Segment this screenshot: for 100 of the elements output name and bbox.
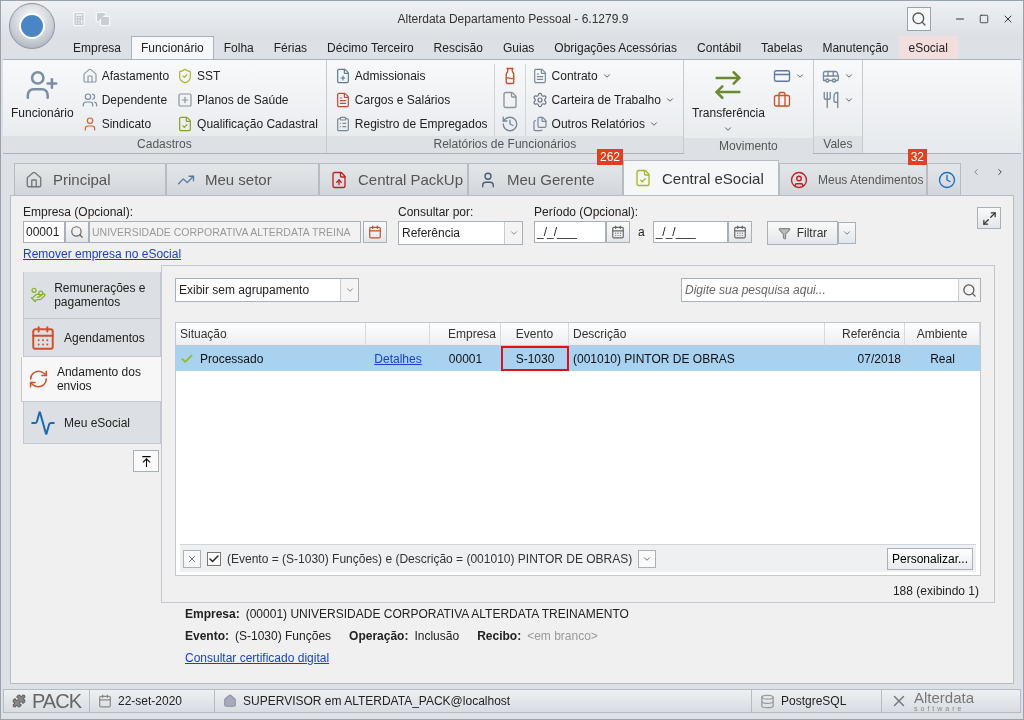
ribbon-button[interactable]: Planos de Saúde [175,88,320,112]
ribbon-button[interactable]: Afastamento [79,64,172,88]
table-cell: S-1030 [501,346,569,371]
ribbon-button[interactable]: Contrato [529,64,677,88]
company-code-field[interactable]: 00001 [23,221,65,243]
window-title: Alterdata Departamento Pessoal - 6.1279.9 [396,11,630,26]
calendar-button[interactable] [606,221,630,243]
document-icon [334,92,351,108]
funnel-icon [777,226,791,240]
documents-icon [531,116,548,132]
document-tab[interactable]: Meus Atendimentos [779,163,927,195]
clear-filter-button[interactable] [183,549,201,568]
ribbon-tab[interactable]: Obrigações Acessórias [544,36,688,59]
ribbon-tab[interactable]: Contábil [687,36,752,59]
column-header[interactable]: Empresa [430,323,501,346]
document-tab[interactable]: Meu setor [166,163,319,195]
scroll-right-icon[interactable] [995,167,1005,177]
ribbon-tab[interactable]: Manutenção [812,36,899,59]
dropdown-button[interactable] [638,549,657,568]
ribbon-button[interactable]: Carteira de Trabalho [529,88,677,112]
side-nav-item[interactable]: Agendamentos [23,319,161,357]
ribbon-button[interactable]: Transferência [689,64,767,138]
field-label: Empresa: [185,607,240,621]
remove-company-link[interactable]: Remover empresa no eSocial [23,247,182,261]
arrow-up-icon [139,454,153,468]
search-input[interactable]: Digite sua pesquisa aqui... [682,279,958,301]
ribbon-group-title: Vales [813,136,862,153]
pin-button[interactable] [133,450,159,472]
search-button[interactable] [65,221,89,243]
grouping-select[interactable]: Exibir sem agrupamento [175,278,359,302]
search-icon [70,225,84,239]
logo-text: PACK [32,689,81,713]
ribbon-button[interactable]: Cargos e Salários [332,88,490,112]
caret-icon [508,228,519,238]
expand-button[interactable] [977,207,1001,229]
date-field[interactable]: _/_/___ [652,221,728,243]
details-link[interactable]: Detalhes [374,351,422,366]
ribbon-button[interactable]: Funcionário [9,64,76,124]
ribbon-tab[interactable]: Funcionário [131,36,214,59]
document-tab[interactable] [927,163,961,195]
ribbon-tab[interactable]: Guias [492,36,545,59]
field-label: Empresa (Opcional): [23,205,135,219]
ribbon-group-title: Relatórios de Funcionários [326,136,683,153]
caret-icon [843,71,854,81]
status-date: 22-set-2020 [118,694,183,708]
ribbon-tab[interactable]: Empresa [63,36,132,59]
ribbon-tab[interactable]: Rescisão [423,36,493,59]
search-icon [962,282,977,298]
ribbon-button[interactable]: Outros Relatórios [529,112,677,136]
column-header[interactable]: Referência [825,323,905,346]
side-nav-item[interactable]: Remunerações e pagamentos [23,272,161,319]
ribbon-tab[interactable]: Folha [213,36,264,59]
filter-button[interactable]: Filtrar [766,221,839,245]
person-icon [479,170,497,189]
status-user: SUPERVISOR em ALTERDATA_PACK@localhost [243,694,511,708]
document-tab[interactable]: Meu Gerente [468,163,623,195]
document-tab[interactable]: Central PackUp [319,163,468,195]
ribbon-button[interactable]: Qualificação Cadastral [175,112,320,136]
date-field[interactable]: _/_/___ [534,221,606,243]
count-badge: 32 [907,149,927,165]
ribbon-tab[interactable]: eSocial [898,36,958,59]
document-tab[interactable]: Principal [14,163,166,195]
calendar-icon [611,225,625,239]
side-nav-item[interactable]: Meu eSocial [23,402,161,444]
users-icon [81,92,98,108]
column-header[interactable]: Situação [176,323,366,346]
query-select[interactable]: Referência [398,221,523,245]
search-button[interactable] [958,279,980,301]
field-label: Período (Opcional): [534,205,640,219]
dropdown-button[interactable] [838,222,857,244]
column-header[interactable]: Evento [501,323,569,346]
caret-icon [794,71,805,81]
field-label: Operação: [349,629,409,643]
ribbon-tab[interactable]: Décimo Terceiro [317,36,424,59]
history-icon [500,115,519,133]
maximize-icon [979,13,989,24]
ribbon-tab[interactable]: Tabelas [751,36,813,59]
search-button[interactable] [907,6,931,31]
ribbon-tab[interactable]: Férias [263,36,318,59]
certificate-link[interactable]: Consultar certificado digital [185,651,330,665]
filter-checkbox[interactable] [207,551,221,566]
ribbon-button[interactable]: Registro de Empregados [332,112,490,136]
table-cell-text: Real [929,350,956,368]
column-header[interactable]: Ambiente [905,323,980,346]
search-field[interactable]: Digite sua pesquisa aqui... [681,278,981,302]
column-header[interactable]: Descrição [569,323,825,346]
calendar-button[interactable] [727,221,752,243]
customize-button[interactable]: Personalizar... [886,547,973,570]
side-nav-item[interactable]: Andamento dos envios [21,357,162,402]
scroll-left-icon[interactable] [971,167,981,177]
ribbon-button[interactable]: Admissionais [332,64,490,88]
ribbon-button[interactable]: Dependente [79,88,172,112]
field-value: (S-1030) Funções [235,629,332,643]
table-row[interactable]: Processado Detalhes 00001 S-1030 (001010) PINTOR DE OBRAS 07/2018 Real [176,346,980,371]
document-plus-icon [334,68,351,84]
document-tab[interactable]: Central eSocial [623,160,779,195]
status-database: PostgreSQL [781,694,847,708]
ribbon-button[interactable]: Sindicato [79,112,172,136]
ribbon-button[interactable]: SST [175,64,320,88]
table-cell-text: 00001 [447,350,484,368]
